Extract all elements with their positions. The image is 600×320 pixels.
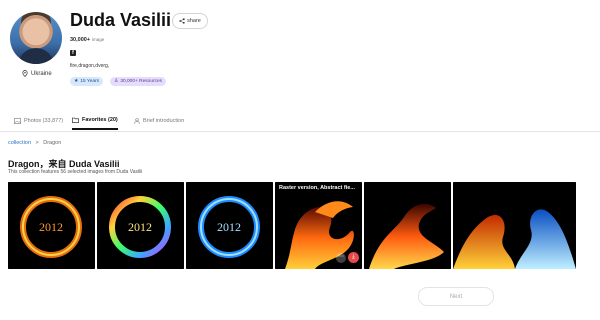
- badge-resources-label: 30,000+ Resources: [120, 79, 163, 84]
- tab-brief-introduction[interactable]: Brief introduction: [134, 111, 184, 130]
- avatar[interactable]: [10, 12, 62, 64]
- tab-bar: Photos (33,877) Favorites (20) Brief int…: [0, 111, 600, 131]
- image-count-value: 30,000+: [70, 37, 91, 43]
- image-count: 30,000+ image: [70, 37, 104, 43]
- svg-text:2012: 2012: [128, 220, 152, 234]
- image-card-6[interactable]: [453, 182, 576, 269]
- image-card-1[interactable]: 2012: [8, 182, 95, 269]
- tab-brief-label: Brief introduction: [143, 117, 185, 124]
- download-icon[interactable]: ⤓: [348, 252, 359, 263]
- facebook-icon[interactable]: f: [70, 50, 76, 56]
- image-card-4[interactable]: Raster version, Abstract fie... ⋯ ⤓: [275, 182, 362, 269]
- image-count-unit: image: [92, 37, 105, 42]
- image-card-3[interactable]: 2012: [186, 182, 273, 269]
- profile-name: Duda Vasilii: [70, 10, 172, 30]
- image-icon: [14, 117, 21, 124]
- person-icon: [134, 117, 140, 124]
- breadcrumb-separator: >: [35, 140, 39, 146]
- more-options-icon[interactable]: ⋯: [336, 253, 346, 263]
- badge-resources: ♙ 30,000+ Resources: [110, 77, 167, 86]
- fire-dragon-image-2: [364, 182, 451, 269]
- image-card-5[interactable]: [364, 182, 451, 269]
- location-label: Ukraine: [31, 70, 52, 77]
- location-pin-icon: [22, 70, 28, 77]
- svg-text:2012: 2012: [217, 220, 241, 234]
- fire-ice-dragons-image: [453, 182, 576, 269]
- user-icon: ♙: [114, 79, 119, 84]
- profile-tags: fire,dragon,dverg,: [70, 63, 110, 69]
- image-caption: Raster version, Abstract fie...: [279, 185, 355, 191]
- star-icon: ★: [74, 79, 79, 84]
- next-page-button[interactable]: Next: [418, 287, 494, 306]
- tab-divider: [0, 131, 600, 132]
- fire-ring-image: 2012: [8, 182, 95, 269]
- badge-years-label: 15 Years: [80, 79, 99, 84]
- image-card-2[interactable]: 2012: [97, 182, 184, 269]
- svg-text:2012: 2012: [39, 220, 63, 234]
- breadcrumb: collection > Dragon: [8, 140, 61, 146]
- badge-years: ★ 15 Years: [70, 77, 103, 86]
- share-icon: [179, 18, 185, 24]
- share-button[interactable]: share: [172, 13, 208, 29]
- tab-photos[interactable]: Photos (33,877): [14, 111, 63, 130]
- tab-favorites-label: Favorites (20): [82, 116, 118, 123]
- location: Ukraine: [22, 70, 52, 77]
- share-label: share: [187, 18, 201, 24]
- rainbow-ring-image: 2012: [97, 182, 184, 269]
- folder-icon: [72, 117, 79, 123]
- blue-ring-image: 2012: [186, 182, 273, 269]
- tab-favorites[interactable]: Favorites (20): [72, 111, 118, 130]
- tab-photos-label: Photos (33,877): [24, 117, 64, 124]
- breadcrumb-collection-link[interactable]: collection: [8, 140, 31, 146]
- collection-description: This collection features 56 selected ima…: [8, 169, 143, 175]
- breadcrumb-current: Dragon: [43, 140, 62, 146]
